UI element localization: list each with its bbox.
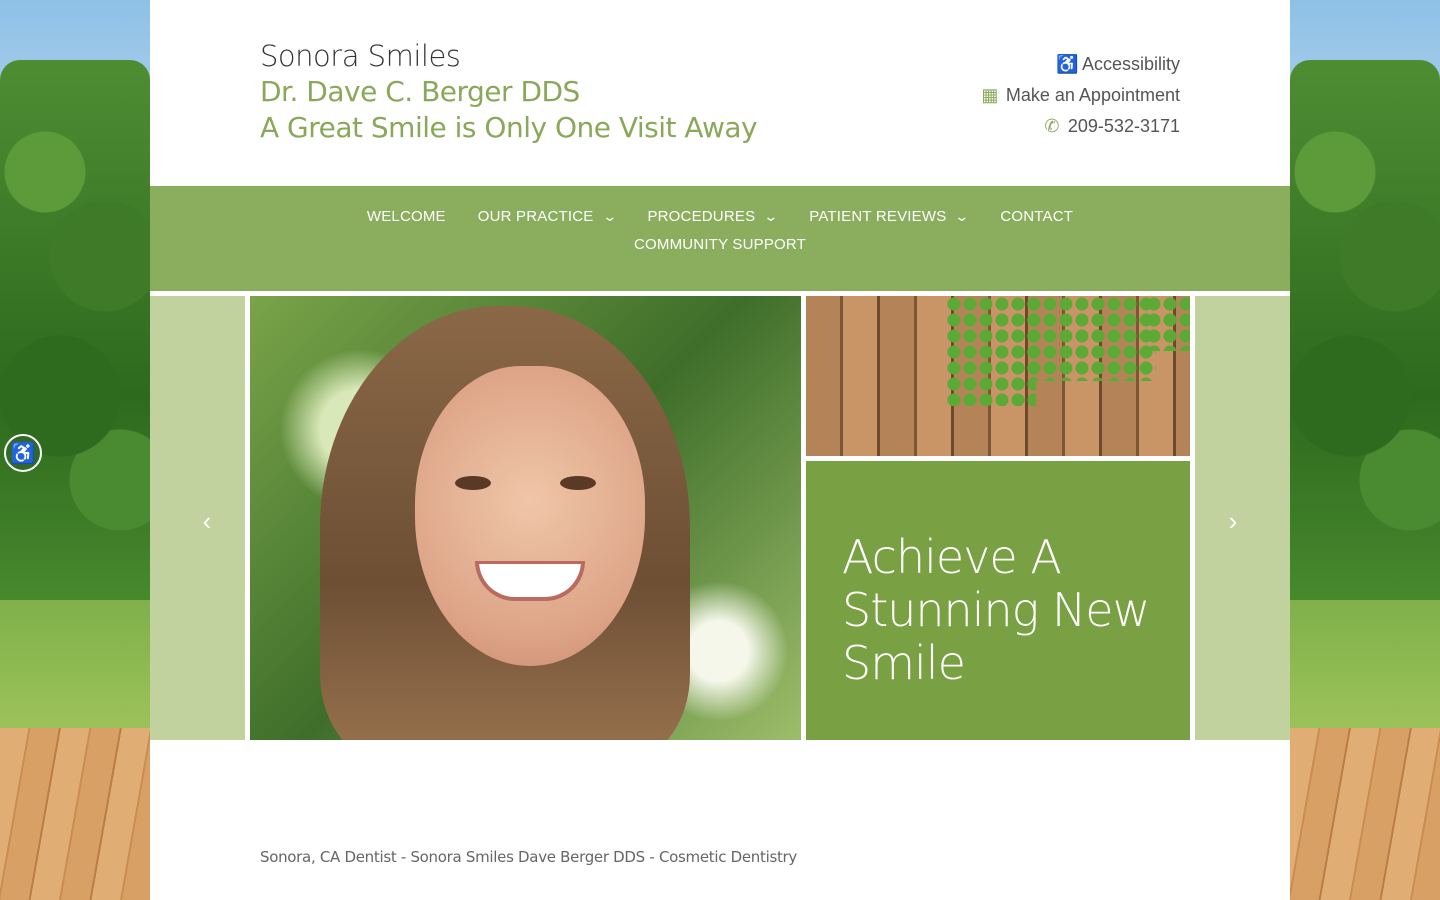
accessibility-link[interactable]: ♿ Accessibility	[980, 48, 1180, 79]
ivy-cluster	[946, 296, 1036, 406]
nav-item-procedures[interactable]: PROCEDURES ⌄	[631, 208, 793, 225]
main-navigation: WELCOME OUR PRACTICE ⌄ PROCEDURES ⌄ PATI…	[150, 186, 1290, 291]
wood-fence-ivy-photo	[806, 296, 1190, 456]
background-wood-deck	[1290, 728, 1440, 900]
background-wood-deck	[0, 728, 150, 900]
background-scenery-right	[1290, 0, 1440, 900]
phone-icon: ✆	[1044, 115, 1060, 136]
phone-number: 209-532-3171	[1067, 115, 1180, 136]
page-container: Sonora Smiles Dr. Dave C. Berger DDS A G…	[150, 0, 1290, 900]
photo-face	[415, 366, 645, 666]
appointment-link-label: Make an Appointment	[1005, 84, 1180, 105]
background-grass	[1290, 600, 1440, 730]
doctor-name: Dr. Dave C. Berger DDS	[260, 75, 580, 108]
utility-links: ♿ Accessibility ▦ Make an Appointment ✆ …	[980, 48, 1180, 141]
nav-item-label: PATIENT REVIEWS	[809, 207, 947, 225]
nav-item-label: COMMUNITY SUPPORT	[633, 235, 807, 253]
smiling-woman-photo	[250, 296, 801, 740]
ivy-cluster	[1146, 296, 1190, 351]
nav-item-label: OUR PRACTICE	[477, 207, 594, 225]
nav-item-label: WELCOME	[366, 207, 446, 225]
background-trees	[1290, 60, 1440, 620]
ivy-cluster	[1026, 296, 1156, 381]
chevron-left-icon[interactable]: ‹	[197, 506, 217, 537]
appointment-link[interactable]: ▦ Make an Appointment	[980, 79, 1180, 110]
nav-item-patient-reviews[interactable]: PATIENT REVIEWS ⌄	[793, 208, 984, 225]
calendar-icon: ▦	[981, 84, 999, 105]
nav-item-label: CONTACT	[1000, 207, 1074, 225]
photo-eye-right	[560, 476, 596, 490]
background-trees	[0, 60, 150, 620]
site-name: Sonora Smiles	[260, 39, 461, 73]
nav-row-secondary: COMMUNITY SUPPORT	[150, 229, 1290, 259]
nav-item-contact[interactable]: CONTACT	[984, 208, 1089, 225]
nav-item-label: PROCEDURES	[647, 207, 756, 225]
slider-prev-panel[interactable]: ‹	[150, 296, 245, 740]
slide-headline: Achieve A Stunning New Smile	[842, 530, 1150, 690]
accessibility-link-label: Accessibility	[1081, 53, 1180, 74]
seo-footer-text: Sonora, CA Dentist - Sonora Smiles Dave …	[260, 848, 797, 866]
background-grass	[0, 600, 150, 730]
nav-item-welcome[interactable]: WELCOME	[351, 208, 462, 225]
photo-smile	[475, 561, 585, 601]
chevron-down-icon: ⌄	[601, 207, 618, 224]
chevron-down-icon: ⌄	[954, 207, 971, 224]
accessibility-person-icon: ♿	[10, 442, 36, 465]
phone-link[interactable]: ✆ 209-532-3171	[980, 110, 1180, 141]
site-logo-link[interactable]: Sonora Smiles Dr. Dave C. Berger DDS A G…	[260, 38, 758, 146]
hero-slider: ‹ Achieve A Stunning New Smile ›	[150, 296, 1290, 740]
slide-caption-card: Achieve A Stunning New Smile	[806, 461, 1190, 740]
nav-item-community-support[interactable]: COMMUNITY SUPPORT	[618, 229, 822, 259]
wheelchair-icon: ♿	[1055, 53, 1079, 74]
chevron-down-icon: ⌄	[763, 207, 780, 224]
photo-eye-left	[455, 476, 491, 490]
nav-item-our-practice[interactable]: OUR PRACTICE ⌄	[462, 208, 632, 225]
slider-next-panel[interactable]: ›	[1195, 296, 1290, 740]
chevron-right-icon[interactable]: ›	[1223, 506, 1243, 537]
site-tagline: A Great Smile is Only One Visit Away	[260, 111, 758, 144]
accessibility-widget-button[interactable]: ♿	[4, 434, 42, 472]
